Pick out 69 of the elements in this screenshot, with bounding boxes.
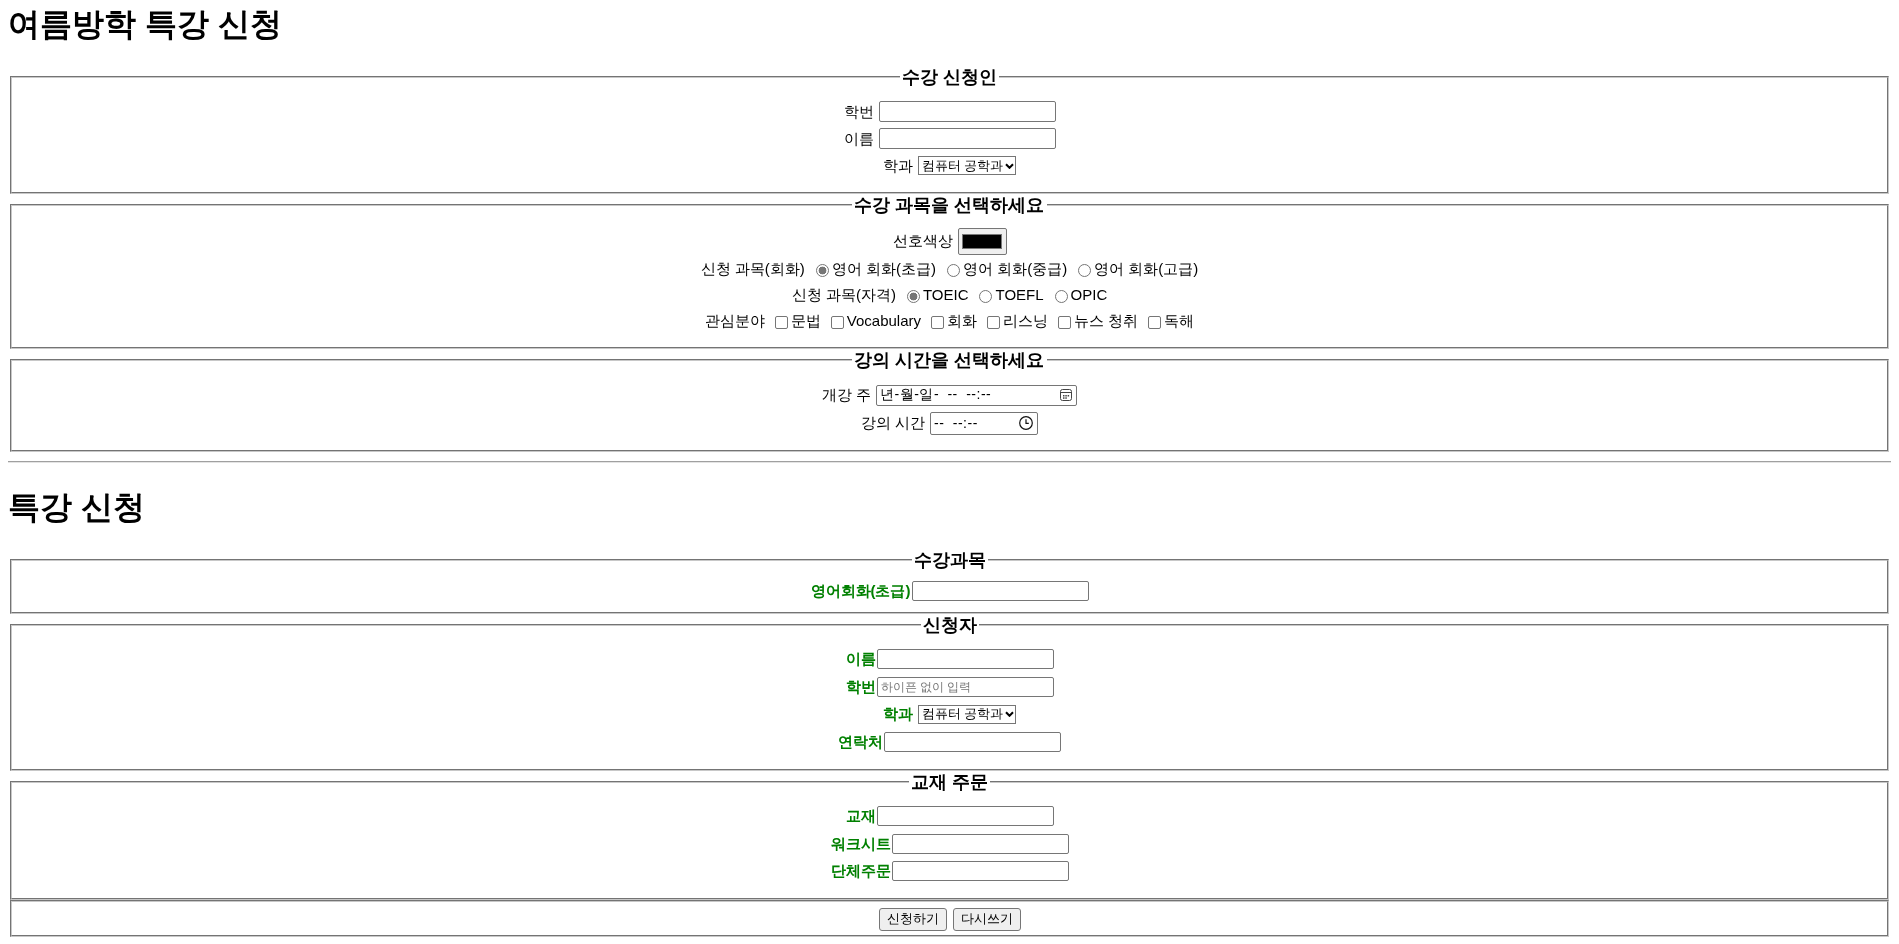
chevron-down-icon [1005,711,1015,718]
option-label: 회화 [947,311,977,331]
text-field[interactable] [891,861,1069,882]
dropdown[interactable]: 컴퓨터 공학과 [917,704,1017,724]
date-time-field[interactable]: 년-월-일- -- --:-- [876,384,1078,406]
chevron-down-icon [1005,162,1015,169]
dropdown[interactable]: 컴퓨터 공학과 [917,156,1017,175]
checkbox[interactable] [1058,315,1071,329]
section-title: 수강과목 [912,549,987,571]
field-label: 신청 과목(자격) [791,285,896,305]
text-field[interactable] [876,649,1054,670]
field-label: 교재 [845,806,876,827]
checkbox[interactable] [774,315,788,329]
checkbox[interactable] [830,315,844,329]
checkbox[interactable] [931,315,944,329]
checkbox[interactable] [987,315,1000,329]
field-label: 단체주문 [830,861,891,882]
field-label: 강의 시간 [860,413,926,433]
option-label: 영어 회화(중급) [963,259,1068,279]
field-label: 신청 과목(회화) [700,259,805,279]
option-label: OPIC [1070,285,1108,305]
submit-button[interactable]: 신청하기 [878,907,947,931]
text-field[interactable] [911,580,1089,601]
option-label: 문법 [790,311,821,331]
checkbox[interactable] [1148,315,1162,329]
text-field[interactable] [891,833,1069,854]
calendar-icon [1060,389,1073,401]
option-label: 독해 [1164,311,1195,331]
option-label: 영어 회화(고급) [1094,259,1199,279]
page-title: 특강 신청 [8,491,146,523]
radio-button[interactable] [906,289,920,303]
field-label: 선호색상 [892,231,953,251]
text-field[interactable] [876,806,1054,827]
page-title: 여름방학 특강 신청 [8,8,283,40]
field-label: 이름 [843,128,874,149]
option-label: 리스닝 [1003,311,1048,331]
field-label: 워크시트 [830,833,891,854]
field-label: 학과 [882,704,913,725]
field-label: 이름 [845,649,876,670]
section-title: 수강 과목을 선택하세요 [853,194,1046,216]
reset-button[interactable]: 다시쓰기 [952,907,1021,931]
radio-button[interactable] [947,263,960,277]
radio-button[interactable] [815,263,829,277]
option-label: 뉴스 청취 [1074,311,1139,331]
text-field[interactable] [878,128,1056,149]
option-label: TOEIC [922,285,969,305]
section-title: 강의 시간을 선택하세요 [853,349,1046,371]
color-picker[interactable] [957,227,1007,255]
option-label: TOEFL [995,285,1044,305]
radio-button[interactable] [979,289,993,303]
option-label: 영어 회화(초급) [831,259,936,279]
field-label: 학번 [843,101,874,122]
field-label: 학과 [882,155,913,176]
section-title: 교재 주문 [910,770,989,793]
time-field[interactable]: -- --:-- [930,411,1039,435]
field-label: 개강 주 [821,385,872,405]
clock-icon [1019,416,1034,430]
section-title: 수강 신청인 [901,66,998,88]
radio-button[interactable] [1054,289,1068,303]
radio-button[interactable] [1078,263,1092,277]
field-label: 연락처 [838,731,883,752]
text-field[interactable] [884,731,1061,752]
field-label: 학번 [845,676,876,697]
field-label: 영어회화(초급) [810,580,911,601]
text-field[interactable]: 하이픈 없이 입력 [876,676,1054,697]
field-label: 관심분야 [704,311,765,331]
section-title: 신청자 [921,613,978,636]
text-field[interactable] [878,101,1056,122]
option-label: Vocabulary [846,311,921,331]
